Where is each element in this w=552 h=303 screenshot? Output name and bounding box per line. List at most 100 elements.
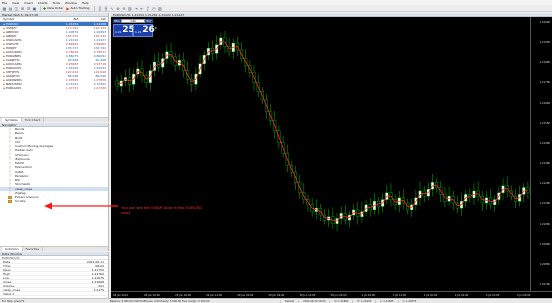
time-axis-label: 29 Jun 04:00 <box>175 294 192 297</box>
time-axis-label: 28 Jun 2021 <box>113 294 129 297</box>
data-value: 1.2175 <box>93 287 105 292</box>
auto-trading-icon: ▶ <box>66 5 70 11</box>
lot-size-input[interactable]: 1.00 <box>121 19 145 23</box>
chart-canvas[interactable]: SELL 1.00 BUY 1.21 25 4 1.21 26 8 <box>111 17 552 291</box>
market-watch-row[interactable]: ◆EURCADfx 1.47731 1.47766 <box>0 86 108 90</box>
new-order-label: New Order <box>47 6 64 10</box>
time-axis-label: 29 Jun 20:00 <box>237 294 254 297</box>
market-watch-tabs: Symbols Tick Chart <box>0 117 108 122</box>
vwap-annotation: You can see the VWAP close in this EURUS… <box>121 205 203 215</box>
tile-windows-icon[interactable]: ▥ <box>127 6 132 11</box>
new-order-button[interactable]: ✚ New Order <box>43 6 63 11</box>
time-axis-label: 1 Jul 12:00 <box>392 294 407 297</box>
time-axis-label: 30 Jun 12:00 <box>299 294 316 297</box>
vwap-line <box>117 40 529 222</box>
navigator-item-label: Scripts <box>15 199 26 204</box>
navigator-tree: ƒ Bands ƒ Bears ƒ Bulls ƒ CCI ƒ Custom Moving Ave… <box>0 127 108 204</box>
new-order-icon: ✚ <box>43 5 47 11</box>
zoom-in-icon[interactable]: ⊕ <box>115 6 120 11</box>
symbol-column-header[interactable]: Symbol <box>0 17 53 21</box>
tab-symbols[interactable]: Symbols <box>2 118 22 122</box>
status-help-text: For Help, press F1 <box>2 299 25 303</box>
terminal-icon[interactable]: ▣ <box>32 6 37 11</box>
menu-insert[interactable]: Insert <box>24 1 33 5</box>
price-axis-label: 1.21680 <box>539 101 550 105</box>
menu-tools[interactable]: Tools <box>53 1 60 5</box>
price-axis-label: 1.21280 <box>539 182 550 186</box>
data-window-icon[interactable]: ⊞ <box>20 6 25 11</box>
periods-icon[interactable]: ◷ <box>151 6 156 11</box>
data-window-panel: Data Window EURUSD,H1 Date 2021.06.11 Time… <box>0 252 109 298</box>
zoom-out-icon[interactable]: ⊖ <box>121 6 126 11</box>
tab-tick-chart[interactable]: Tick Chart <box>22 118 44 122</box>
price-axis-label: 1.21080 <box>539 222 550 226</box>
time-axis-label: 2 Jul 04:00 <box>454 294 469 297</box>
main-toolbar: ▦ ▤ ◫ ⊞ ☰ ▣ ✚ New Order ▶ Auto Trading ┃… <box>0 5 552 12</box>
bar-chart-icon[interactable]: ┃ <box>97 6 102 11</box>
tab-common[interactable]: Common <box>2 247 23 251</box>
market-watch-icon[interactable]: ◫ <box>14 6 19 11</box>
status-low: L: 1.21825 <box>375 299 397 303</box>
candlestick-icon[interactable]: ╫ <box>103 6 108 11</box>
toolbar-separator <box>40 5 41 11</box>
new-chart-icon[interactable]: ▦ <box>2 6 7 11</box>
chart-window: EURUSD,H1 1.21254 1.21262 1.21222 1.2122… <box>111 13 552 298</box>
data-label: Value 2 <box>3 291 15 296</box>
price-axis-label: 1.22080 <box>539 21 550 24</box>
menu-help[interactable]: Help <box>82 1 89 5</box>
data-window-table: Date 2021.06.11 Time 08:00 Open 1.21750 High 1.… <box>0 260 108 296</box>
line-chart-icon[interactable]: ∿ <box>109 6 114 11</box>
navigator-item[interactable]: Scripts <box>0 199 108 203</box>
time-axis-label: 2 Jul 20:00 <box>517 294 531 297</box>
status-open: O: 1.21864 <box>329 299 352 303</box>
indicators-icon[interactable]: ƒ <box>145 6 150 11</box>
bid-column-header[interactable]: Bid <box>53 17 81 21</box>
menu-charts[interactable]: Charts <box>38 1 48 5</box>
auto-trading-button[interactable]: ▶ Auto Trading <box>66 6 89 11</box>
status-close: C: 1.21874 <box>397 299 421 303</box>
buy-button[interactable]: 1.21 26 8 <box>133 24 157 37</box>
price-axis-label: 1.21980 <box>539 41 550 45</box>
price-axis: 1.22080 1.21980 1.21880 1.21780 1.21680 1.215… <box>530 17 552 291</box>
ask-cell: 1.47766 <box>93 86 107 90</box>
autoscroll-icon[interactable]: ⇥ <box>133 6 138 11</box>
sell-label[interactable]: SELL <box>113 19 121 23</box>
profiles-icon[interactable]: ▤ <box>8 6 13 11</box>
time-axis-label: 30 Jun 04:00 <box>268 294 285 297</box>
folder-icon <box>8 199 12 203</box>
ask-column-header[interactable]: Ask <box>80 17 108 21</box>
price-axis-label: 1.20980 <box>539 242 550 246</box>
price-axis-label: 1.21380 <box>539 162 550 166</box>
buy-price-prefix: 1.21 <box>135 30 142 34</box>
symbol-cell: ◆EURCADfx <box>0 86 53 90</box>
chart-shift-icon[interactable]: ⇤ <box>139 6 144 11</box>
trading-terminal-window: File View Insert Charts Tools Window Help ▦ ▤ … <box>0 0 552 303</box>
time-axis-label: 29 Jun 12:00 <box>206 294 223 297</box>
menu-view[interactable]: View <box>12 1 19 5</box>
time-axis-label: 28 Jun 20:00 <box>144 294 160 297</box>
symbol-icon: ◆ <box>3 87 5 90</box>
templates-icon[interactable]: ▧ <box>157 6 162 11</box>
status-high: H: 1.21933 <box>352 299 375 303</box>
data-window-row: Value 2 <box>0 292 108 296</box>
sell-price-prefix: 1.21 <box>115 30 122 34</box>
market-watch-list: ◆EURUSD 1.21254 1.21268 ◆USDJPY 110.322 110.3… <box>0 22 108 90</box>
auto-trading-label: Auto Trading <box>70 6 90 10</box>
buy-price-sup: 8 <box>154 26 157 30</box>
indicator-icon: ƒ <box>9 190 11 195</box>
bid-cell: 1.47731 <box>65 86 79 90</box>
time-axis-label: 1 Jul 20:00 <box>423 294 438 297</box>
menu-window[interactable]: Window <box>65 1 77 5</box>
price-axis-label: 1.20880 <box>539 262 550 266</box>
status-datetime: 2021.06.30 19:00 <box>298 299 329 303</box>
menu-file[interactable]: File <box>2 1 7 5</box>
navigator-icon[interactable]: ☰ <box>26 6 31 11</box>
indicator-icon: ƒ <box>9 156 11 161</box>
buy-label[interactable]: BUY <box>145 19 153 23</box>
symbol-name: EURCADfx <box>5 86 22 90</box>
price-axis-label: 1.20780 <box>539 283 550 286</box>
price-chart <box>115 31 530 232</box>
sell-button[interactable]: 1.21 25 4 <box>113 24 137 37</box>
status-bar: For Help, press F1 Balance: 5 000.00 USD… <box>0 298 552 303</box>
tab-favorites[interactable]: Favorites <box>23 247 44 251</box>
